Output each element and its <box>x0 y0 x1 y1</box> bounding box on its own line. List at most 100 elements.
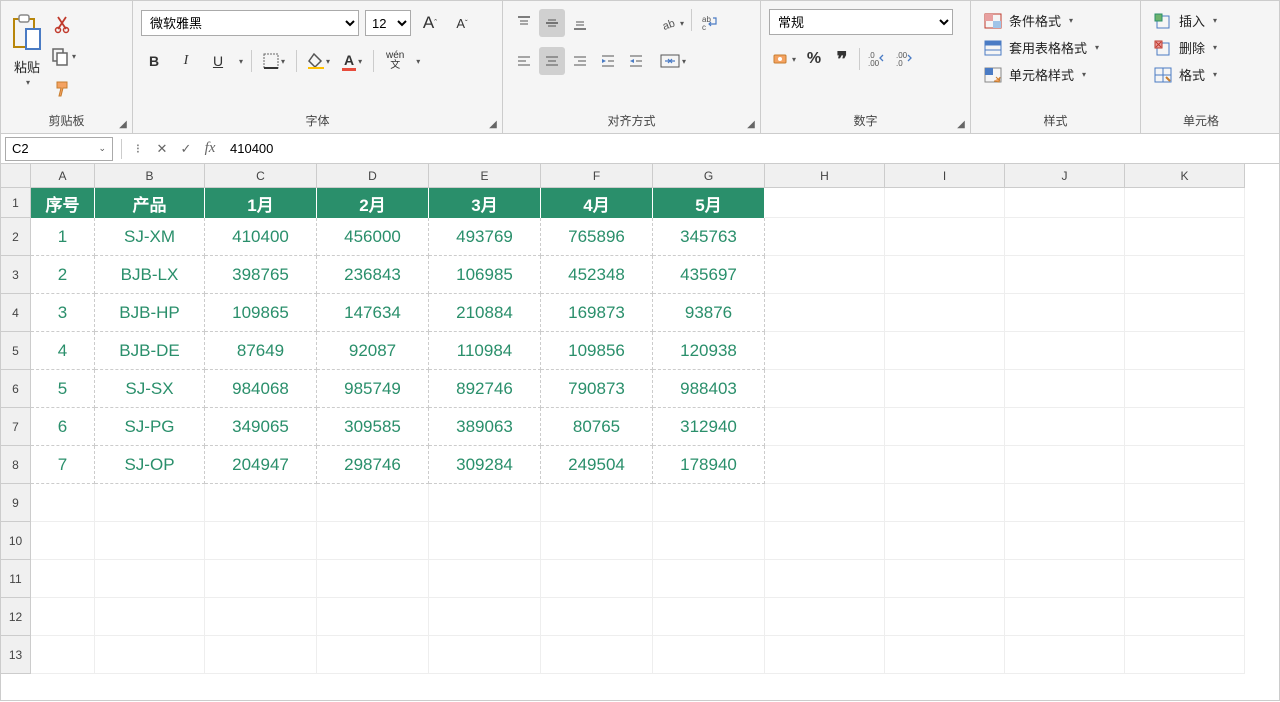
insert-button[interactable]: 插入▾ <box>1149 9 1221 32</box>
table-cell[interactable]: SJ-PG <box>95 408 205 446</box>
increase-decimal-button[interactable]: .0.00 <box>864 45 890 73</box>
table-cell[interactable]: 345763 <box>653 218 765 256</box>
underline-button[interactable]: U <box>205 47 231 75</box>
cell[interactable] <box>765 408 885 446</box>
table-header-cell[interactable]: 4月 <box>541 188 653 218</box>
cell[interactable] <box>765 218 885 256</box>
table-cell[interactable]: 389063 <box>429 408 541 446</box>
cell[interactable] <box>429 522 541 560</box>
cell[interactable] <box>1005 256 1125 294</box>
comma-button[interactable]: ❞ <box>829 45 855 73</box>
table-cell[interactable]: SJ-SX <box>95 370 205 408</box>
chevron-down-icon[interactable]: ▾ <box>416 57 420 66</box>
row-header[interactable]: 8 <box>1 446 31 484</box>
chevron-down-icon[interactable]: ⌄ <box>98 143 106 154</box>
column-header[interactable]: J <box>1005 164 1125 188</box>
cell[interactable] <box>885 560 1005 598</box>
cell[interactable] <box>765 484 885 522</box>
table-cell[interactable]: 109856 <box>541 332 653 370</box>
align-right-button[interactable] <box>567 47 593 75</box>
table-cell[interactable]: 120938 <box>653 332 765 370</box>
cell[interactable] <box>885 522 1005 560</box>
table-cell[interactable]: 349065 <box>205 408 317 446</box>
table-header-cell[interactable]: 序号 <box>31 188 95 218</box>
cell[interactable] <box>1125 256 1245 294</box>
table-cell[interactable]: 312940 <box>653 408 765 446</box>
column-header[interactable]: E <box>429 164 541 188</box>
chevron-down-icon[interactable]: ▾ <box>239 57 243 66</box>
cell[interactable] <box>765 522 885 560</box>
cell[interactable] <box>1125 188 1245 218</box>
cell[interactable] <box>765 636 885 674</box>
cell[interactable] <box>541 484 653 522</box>
cell[interactable] <box>765 188 885 218</box>
row-header[interactable]: 6 <box>1 370 31 408</box>
formula-input[interactable] <box>222 137 1279 161</box>
cell[interactable] <box>429 598 541 636</box>
cell[interactable] <box>1005 560 1125 598</box>
align-top-button[interactable] <box>511 9 537 37</box>
align-launcher[interactable]: ◢ <box>744 117 758 131</box>
italic-button[interactable]: I <box>173 47 199 75</box>
cut-button[interactable] <box>49 11 77 37</box>
table-cell[interactable]: 435697 <box>653 256 765 294</box>
column-header[interactable]: F <box>541 164 653 188</box>
table-cell[interactable]: 988403 <box>653 370 765 408</box>
table-cell[interactable]: BJB-LX <box>95 256 205 294</box>
cell[interactable] <box>653 636 765 674</box>
row-header[interactable]: 13 <box>1 636 31 674</box>
table-cell[interactable]: 110984 <box>429 332 541 370</box>
decrease-decimal-button[interactable]: .00.0 <box>892 45 918 73</box>
table-cell[interactable]: 80765 <box>541 408 653 446</box>
cell[interactable] <box>1005 636 1125 674</box>
number-launcher[interactable]: ◢ <box>954 117 968 131</box>
row-header[interactable]: 3 <box>1 256 31 294</box>
table-cell[interactable]: 398765 <box>205 256 317 294</box>
column-header[interactable]: H <box>765 164 885 188</box>
cell[interactable] <box>1005 332 1125 370</box>
cell[interactable] <box>1005 294 1125 332</box>
table-cell[interactable]: 6 <box>31 408 95 446</box>
cell[interactable] <box>541 598 653 636</box>
cell[interactable] <box>1125 446 1245 484</box>
cancel-button[interactable]: ✕ <box>150 137 174 161</box>
table-cell[interactable]: 309284 <box>429 446 541 484</box>
cell[interactable] <box>653 522 765 560</box>
cell[interactable] <box>317 636 429 674</box>
indent-decrease-button[interactable] <box>595 47 621 75</box>
column-header[interactable]: B <box>95 164 205 188</box>
cell[interactable] <box>1125 636 1245 674</box>
table-cell[interactable]: 204947 <box>205 446 317 484</box>
table-cell[interactable]: 93876 <box>653 294 765 332</box>
cell[interactable] <box>1005 370 1125 408</box>
table-cell[interactable]: 147634 <box>317 294 429 332</box>
table-cell[interactable]: BJB-HP <box>95 294 205 332</box>
cell[interactable] <box>429 636 541 674</box>
table-cell[interactable]: 984068 <box>205 370 317 408</box>
cell[interactable] <box>885 370 1005 408</box>
confirm-button[interactable]: ✓ <box>174 137 198 161</box>
cell[interactable] <box>1125 484 1245 522</box>
cell[interactable] <box>1125 522 1245 560</box>
cell[interactable] <box>541 636 653 674</box>
cell[interactable] <box>95 598 205 636</box>
cell[interactable] <box>95 560 205 598</box>
cell[interactable] <box>205 522 317 560</box>
increase-font-button[interactable]: Aˆ <box>417 9 443 37</box>
cell[interactable] <box>31 522 95 560</box>
cell[interactable] <box>1005 598 1125 636</box>
table-cell[interactable]: SJ-XM <box>95 218 205 256</box>
table-cell[interactable]: 7 <box>31 446 95 484</box>
cell[interactable] <box>765 256 885 294</box>
cell[interactable] <box>205 636 317 674</box>
column-header[interactable]: I <box>885 164 1005 188</box>
cell[interactable] <box>1125 408 1245 446</box>
table-cell[interactable]: 3 <box>31 294 95 332</box>
cell[interactable] <box>317 484 429 522</box>
cell[interactable] <box>429 560 541 598</box>
cell[interactable] <box>317 598 429 636</box>
align-middle-button[interactable] <box>539 9 565 37</box>
table-cell[interactable]: 249504 <box>541 446 653 484</box>
font-size-select[interactable]: 12 <box>365 10 411 36</box>
wrap-text-button[interactable]: abc <box>696 9 722 37</box>
